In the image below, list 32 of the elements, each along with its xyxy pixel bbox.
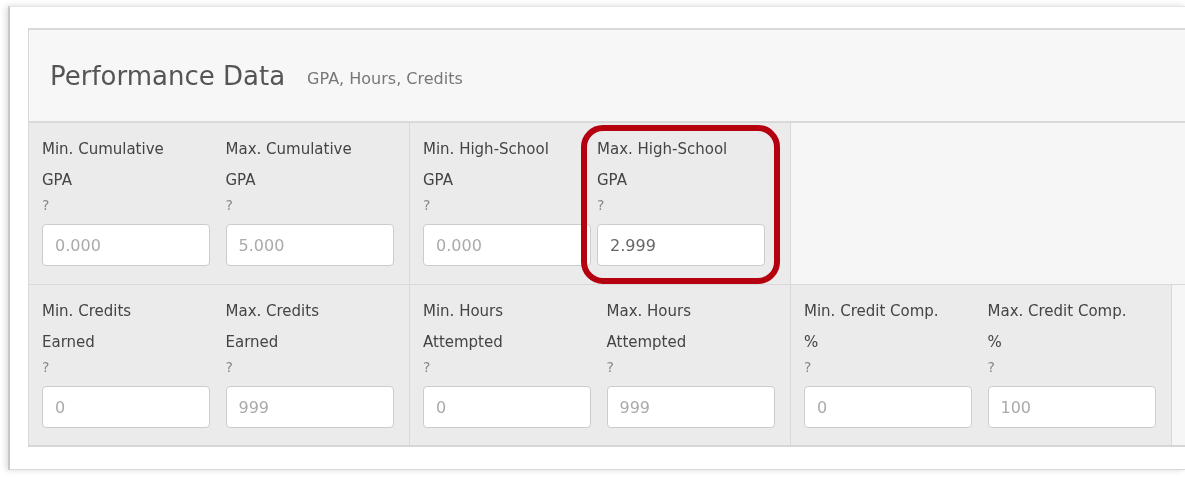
help-mark[interactable]: ? [606,358,790,376]
help-mark[interactable]: ? [42,196,226,214]
panel-subtitle: GPA, Hours, Credits [307,69,463,88]
help-mark[interactable]: ? [804,358,988,376]
input-field[interactable]: 0 [42,386,210,428]
field-label: Max. Hours Attempted [606,301,692,353]
field-label: Min. High-School GPA [423,139,550,191]
field-label: Min. Credit Comp. % [804,301,940,353]
input-field[interactable]: 2.999 [597,224,765,266]
field-label: Max. Credit Comp. % [987,301,1128,353]
input-field[interactable]: 0.000 [423,224,591,266]
input-field[interactable]: 0 [804,386,972,428]
field-label: Min. Hours Attempted [423,301,505,353]
help-mark[interactable]: ? [423,196,596,214]
input-field[interactable]: 999 [606,386,775,428]
input-field[interactable]: 0.000 [42,224,210,266]
help-mark[interactable]: ? [225,358,409,376]
field-label: Max. Credits Earned [225,301,320,353]
input-field[interactable]: 999 [225,386,394,428]
input-field[interactable]: 5.000 [225,224,394,266]
help-mark[interactable]: ? [42,358,226,376]
field-label: Min. Credits Earned [42,301,133,353]
panel-title: Performance Data [50,60,286,91]
field-label: Max. High-School GPA [597,139,729,191]
help-mark[interactable]: ? [423,358,607,376]
help-mark[interactable]: ? [597,196,765,214]
field-label: Min. Cumulative GPA [42,139,165,191]
field-label: Max. Cumulative GPA [225,139,353,191]
help-mark[interactable]: ? [987,358,1171,376]
input-field[interactable]: 0 [423,386,591,428]
input-field[interactable]: 100 [987,386,1156,428]
help-mark[interactable]: ? [225,196,409,214]
